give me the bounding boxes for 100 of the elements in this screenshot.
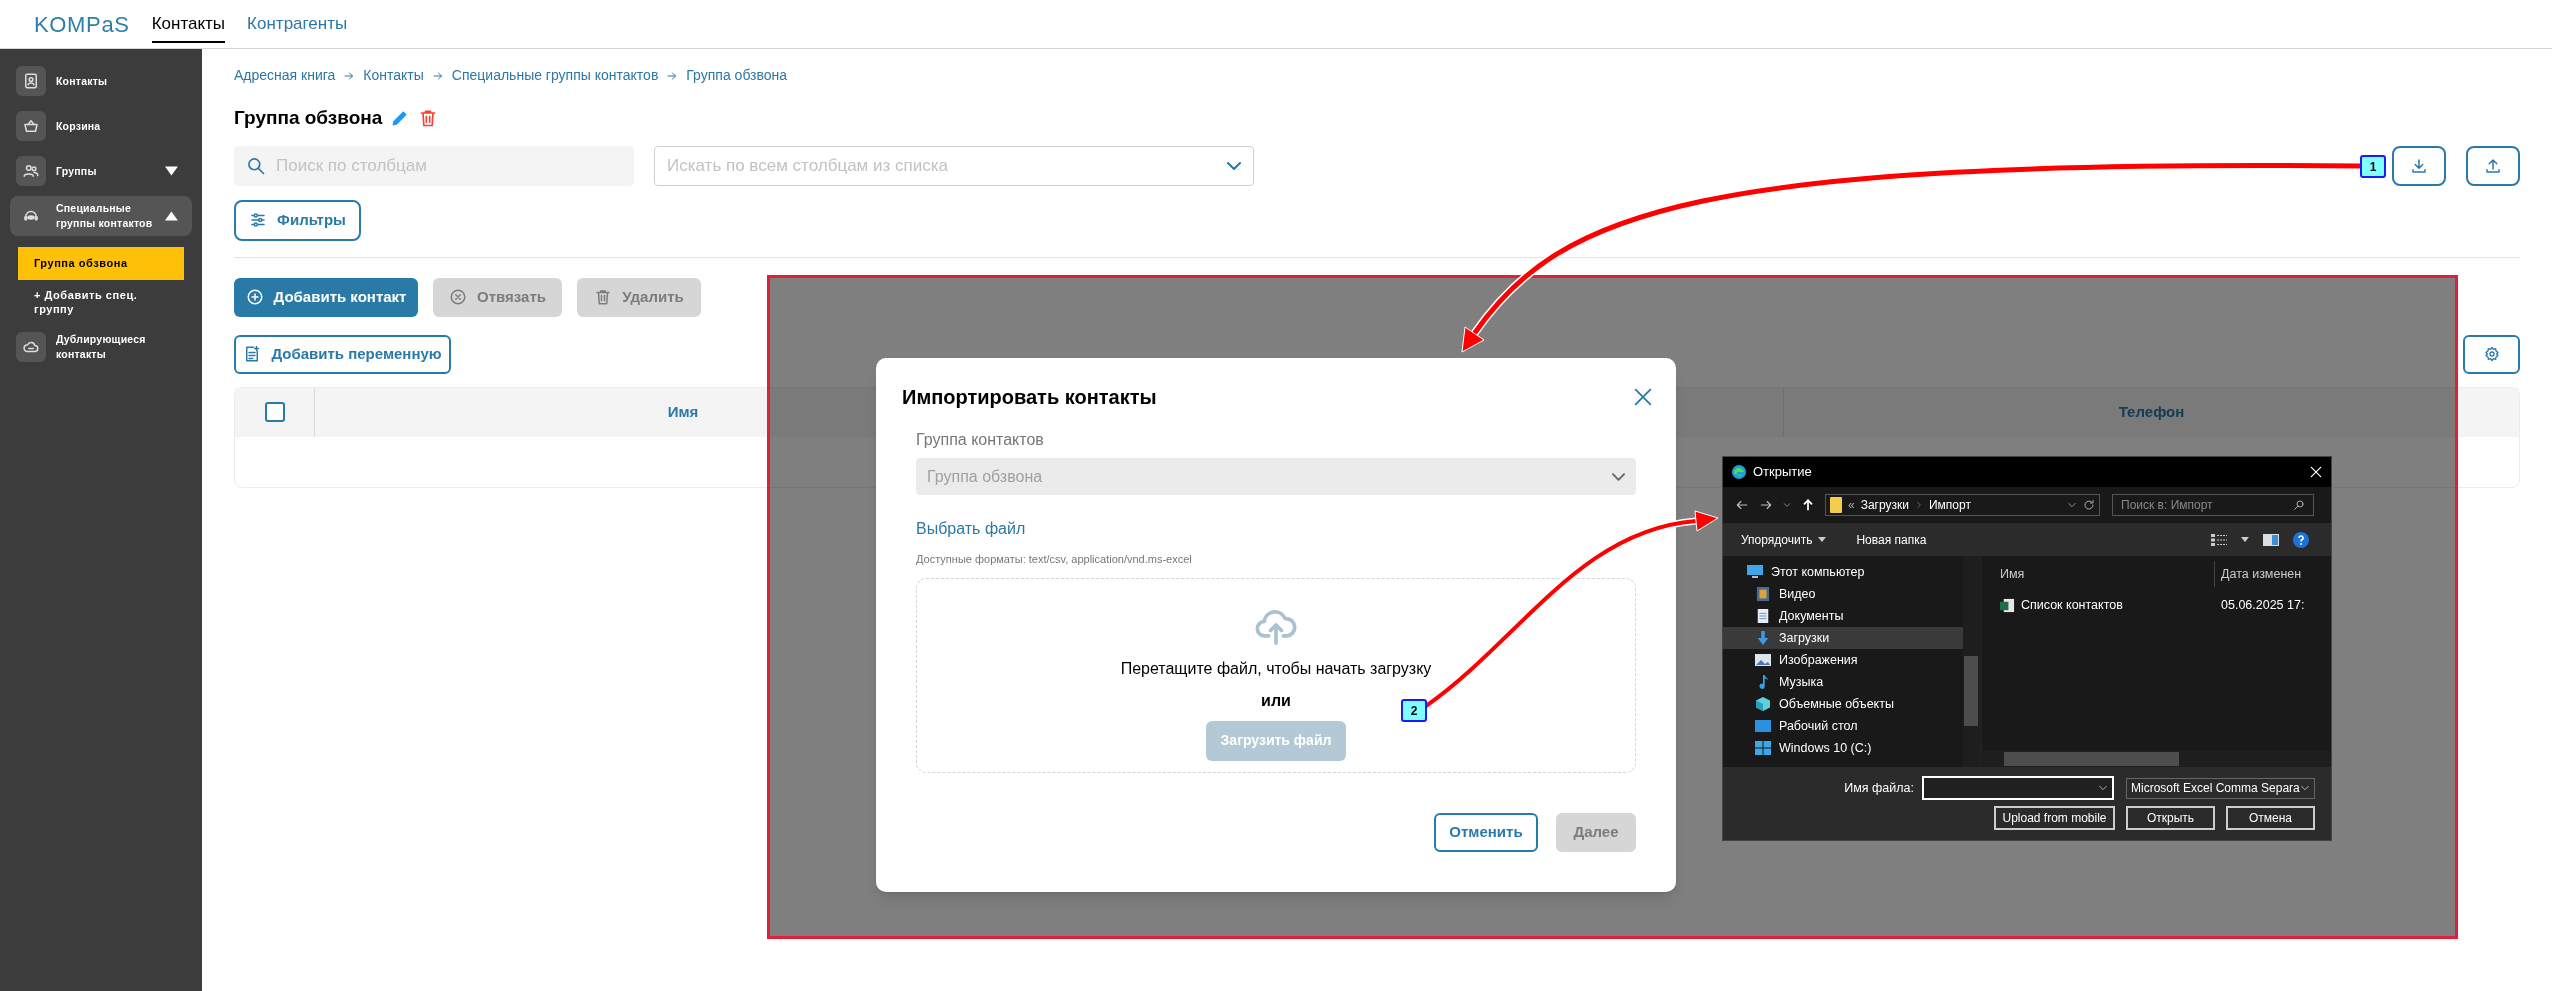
sidebar-item[interactable]: Корзина bbox=[10, 106, 192, 146]
help-icon[interactable] bbox=[2293, 531, 2309, 548]
file-date: 05.06.2025 17: bbox=[2221, 596, 2305, 614]
view-list-icon[interactable] bbox=[2211, 533, 2227, 546]
cube-icon bbox=[1755, 697, 1771, 711]
search-field[interactable]: Поиск в: Импорт bbox=[2112, 494, 2314, 516]
arrow-right-icon bbox=[431, 69, 444, 82]
path-segment[interactable]: Загрузки bbox=[1860, 496, 1909, 514]
chevron-right-icon bbox=[1915, 501, 1923, 509]
dialog-button[interactable]: Upload from mobile bbox=[1994, 806, 2115, 830]
x-circle-icon bbox=[449, 288, 467, 306]
scrollbar[interactable] bbox=[1963, 556, 1979, 767]
tree-item[interactable]: Изображения bbox=[1723, 649, 1963, 671]
step-marker: 2 bbox=[1401, 699, 1427, 722]
chevron-down-icon bbox=[2300, 783, 2310, 793]
action-button[interactable]: Добавить контакт bbox=[234, 277, 418, 317]
up-arrow-icon[interactable] bbox=[1801, 498, 1815, 512]
nav-tab[interactable]: Контрагенты bbox=[247, 5, 348, 43]
tree-item[interactable]: Объемные объекты bbox=[1723, 693, 1963, 715]
forward-icon[interactable] bbox=[1759, 498, 1773, 512]
monitor-icon bbox=[1747, 565, 1763, 579]
path-segment[interactable]: Импорт bbox=[1929, 496, 1971, 514]
desktop-icon bbox=[1755, 719, 1771, 733]
chevron-down-icon bbox=[2067, 500, 2077, 510]
chevron-down-icon[interactable] bbox=[1783, 501, 1791, 509]
breadcrumb-link[interactable]: Адресная книга bbox=[234, 65, 336, 86]
select-all-checkbox[interactable] bbox=[264, 402, 285, 422]
browser-icon bbox=[1731, 464, 1747, 480]
drop-text: Перетащите файл, чтобы начать загрузку bbox=[1120, 658, 1432, 679]
back-icon[interactable] bbox=[1735, 498, 1749, 512]
sidebar-item[interactable]: Специальные группы контактов bbox=[10, 196, 192, 236]
address-bar[interactable]: « Загрузки Импорт bbox=[1825, 494, 2100, 516]
logo: KOMPaS bbox=[34, 10, 130, 39]
sidebar-item[interactable]: Группы bbox=[10, 151, 192, 191]
column-header[interactable]: Дата изменен bbox=[2221, 564, 2302, 584]
settings-button[interactable] bbox=[2463, 334, 2520, 374]
tree-item[interactable]: Видео bbox=[1723, 583, 1963, 605]
plus-circle-icon bbox=[245, 288, 264, 306]
dialog-button[interactable]: Отмена bbox=[2226, 806, 2315, 830]
scrollbar[interactable] bbox=[1982, 751, 2331, 767]
step-marker: 1 bbox=[2360, 155, 2386, 178]
toolbar-button[interactable]: Упорядочить bbox=[1741, 530, 1827, 549]
tree-item[interactable]: Рабочий стол bbox=[1723, 715, 1963, 737]
page-title: Группа обзвона bbox=[234, 106, 383, 130]
tree-item[interactable]: Документы bbox=[1723, 605, 1963, 627]
image-icon bbox=[1755, 653, 1771, 667]
contact-card-icon bbox=[22, 72, 40, 90]
file-type-select[interactable]: Microsoft Excel Comma Separa bbox=[2126, 777, 2315, 799]
dialog-button[interactable]: Отменить bbox=[1434, 812, 1538, 852]
note-plus-icon bbox=[243, 345, 262, 363]
sidebar-item[interactable]: Контакты bbox=[10, 61, 192, 101]
tree-item[interactable]: Этот компьютер bbox=[1723, 561, 1963, 583]
tree-item[interactable]: Загрузки bbox=[1723, 627, 1963, 649]
search-icon bbox=[2293, 499, 2305, 511]
refresh-icon bbox=[2083, 499, 2095, 511]
upload-button[interactable] bbox=[2466, 145, 2520, 186]
chevron-down-icon bbox=[1612, 472, 1625, 481]
folder-icon bbox=[1830, 497, 1842, 513]
field-label: Группа контактов bbox=[916, 430, 1045, 450]
close-icon[interactable] bbox=[2309, 465, 2323, 479]
sidebar-subitem[interactable]: Группа обзвона bbox=[18, 247, 184, 280]
file-name[interactable]: Список контактов bbox=[2021, 595, 2123, 615]
column-header[interactable]: Имя bbox=[1982, 564, 2214, 584]
column-header[interactable]: Имя bbox=[667, 400, 699, 424]
sliders-icon bbox=[249, 211, 268, 229]
chevron-down-icon bbox=[2098, 783, 2108, 793]
settings-icon bbox=[2483, 346, 2500, 362]
filters-button[interactable]: Фильтры bbox=[234, 199, 361, 241]
add-group-link[interactable]: + Добавить спец. группу bbox=[18, 287, 178, 316]
window-title: Открытие bbox=[1753, 463, 1812, 482]
document-icon bbox=[1755, 609, 1771, 623]
drive-icon bbox=[1755, 741, 1771, 755]
filename-field[interactable] bbox=[1922, 776, 2114, 800]
breadcrumb-link[interactable]: Группа обзвона bbox=[686, 65, 788, 86]
trash-icon bbox=[594, 288, 613, 306]
download-arrow-icon bbox=[1755, 631, 1771, 645]
dialog-button[interactable]: Открыть bbox=[2126, 806, 2215, 830]
breadcrumb-link[interactable]: Контакты bbox=[363, 65, 424, 86]
or-text: или bbox=[1261, 690, 1291, 711]
breadcrumb-link[interactable]: Специальные группы контактов bbox=[451, 65, 659, 86]
toolbar-button[interactable]: Новая папка bbox=[1856, 530, 1927, 549]
arrow-right-icon bbox=[666, 69, 679, 82]
search-icon bbox=[246, 155, 266, 176]
arrow-right-icon bbox=[343, 69, 356, 82]
tree-item[interactable]: Windows 10 (C:) bbox=[1723, 737, 1963, 759]
download-button[interactable] bbox=[2392, 145, 2446, 186]
add-variable-button[interactable]: Добавить переменную bbox=[234, 334, 451, 374]
dialog-title: Импортировать контакты bbox=[902, 385, 1157, 410]
preview-pane-icon[interactable] bbox=[2263, 533, 2279, 546]
choose-file-link[interactable]: Выбрать файл bbox=[916, 517, 1026, 541]
download-icon bbox=[2410, 156, 2428, 175]
chevron-down-icon bbox=[1227, 161, 1241, 170]
upload-icon bbox=[2484, 156, 2502, 175]
caret-icon[interactable] bbox=[2241, 537, 2249, 542]
tree-item[interactable]: Музыка bbox=[1723, 671, 1963, 693]
formats-note: Доступные форматы: text/csv, application/vnd.ms-excel bbox=[916, 552, 1193, 567]
nav-tab[interactable]: Контакты bbox=[151, 5, 226, 43]
sidebar-item[interactable]: Дублирующиеся контакты bbox=[10, 326, 192, 367]
film-icon bbox=[1755, 587, 1771, 601]
caret-icon bbox=[1818, 537, 1827, 542]
